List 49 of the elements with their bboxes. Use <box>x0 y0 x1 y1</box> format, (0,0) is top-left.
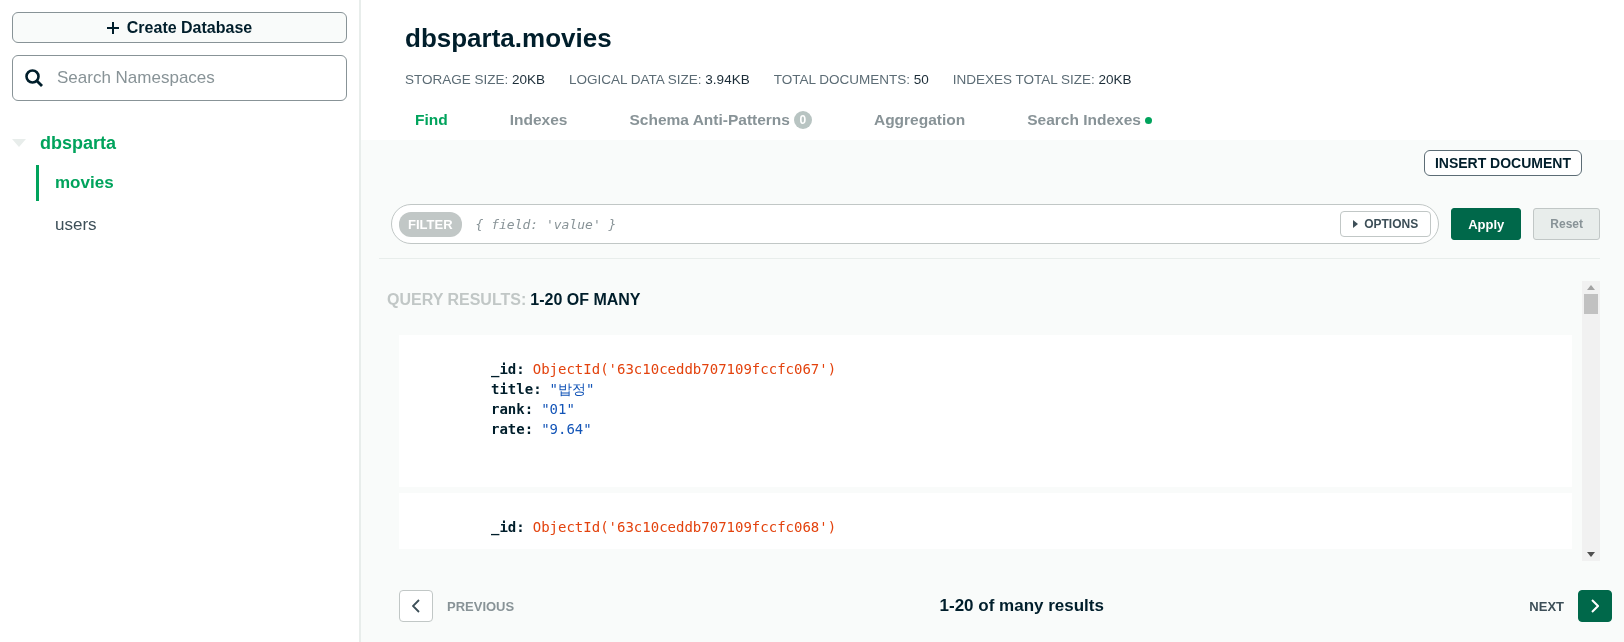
stat-text: TOTAL DOCUMENTS: 50 <box>773 72 929 87</box>
search-icon <box>25 69 43 87</box>
chevron-left-icon <box>412 599 420 613</box>
tab[interactable]: Find <box>405 101 448 140</box>
field-key: rank: <box>491 399 534 419</box>
caret-icon <box>1353 220 1359 228</box>
stat-text: INDEXES TOTAL SIZE: 20KB <box>952 72 1132 87</box>
options-button[interactable]: OPTIONS <box>1340 211 1432 237</box>
plus-icon <box>106 21 119 34</box>
stat-text: STORAGE SIZE: 20KB <box>405 72 546 87</box>
chevron-right-icon <box>1591 599 1599 613</box>
field-value: ObjectId('63c10ceddb707109fccfc067') <box>532 360 837 379</box>
previous-page-button[interactable] <box>399 590 433 622</box>
database-item[interactable]: dbsparta <box>12 121 347 165</box>
field-value: "01" <box>541 400 575 419</box>
field-key: _id: <box>491 517 525 537</box>
tab[interactable]: Aggregation <box>863 101 966 140</box>
tab[interactable]: Schema Anti-Patterns 0 <box>619 101 812 140</box>
field-value: "9.64" <box>541 420 592 439</box>
scrollbar[interactable] <box>1582 281 1600 561</box>
next-label: NEXT <box>1529 598 1564 614</box>
insert-document-button[interactable]: INSERT DOCUMENT <box>1423 150 1582 176</box>
collection-item[interactable]: movies <box>36 165 347 201</box>
filter-field[interactable]: FILTER { field: 'value' } OPTIONS <box>391 204 1440 244</box>
field-key: rate: <box>491 419 534 439</box>
tab[interactable]: Search Indexes <box>1017 101 1152 140</box>
scrollbar-thumb[interactable] <box>1584 294 1598 314</box>
results-range: 1-20 OF MANY <box>530 291 641 310</box>
scroll-up-icon <box>1587 285 1595 290</box>
stat-text: LOGICAL DATA SIZE: 3.94KB <box>569 72 750 87</box>
results-label: QUERY RESULTS: <box>387 291 527 310</box>
field-value: ObjectId('63c10ceddb707109fccfc068') <box>532 518 837 537</box>
apply-button[interactable]: Apply <box>1451 208 1522 240</box>
collection-item[interactable]: users <box>36 207 347 243</box>
filter-label: FILTER <box>399 211 462 237</box>
count-badge: 0 <box>793 111 812 129</box>
field-value: "밥정" <box>549 380 595 399</box>
collection-title: dbsparta.movies <box>405 21 613 55</box>
filter-input[interactable]: { field: 'value' } <box>473 215 1329 233</box>
search-input[interactable]: Search Namespaces <box>55 67 334 89</box>
create-database-button[interactable]: Create Database <box>12 12 347 43</box>
scroll-down-icon <box>1587 552 1595 557</box>
next-page-button[interactable] <box>1578 590 1612 622</box>
field-key: _id: <box>491 359 525 379</box>
tab[interactable]: Indexes <box>499 101 568 140</box>
results-summary: 1-20 of many results <box>938 596 1105 616</box>
search-field[interactable]: Search Namespaces <box>12 55 347 101</box>
previous-label: PREVIOUS <box>447 598 515 614</box>
field-key: title: <box>491 379 542 399</box>
